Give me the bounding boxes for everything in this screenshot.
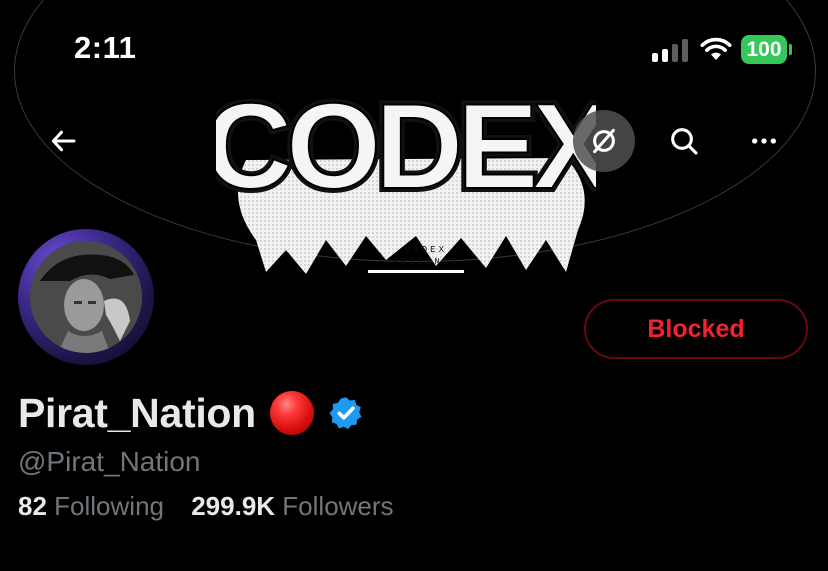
- battery-level: 100: [746, 37, 782, 61]
- banner-subtext-2: PRESENTS: [392, 257, 459, 267]
- grok-button[interactable]: [581, 118, 627, 164]
- status-time: 2:11: [74, 30, 137, 65]
- grok-slash-circle-icon: [593, 128, 615, 154]
- red-circle-emoji: [269, 391, 314, 435]
- more-button[interactable]: [741, 118, 787, 164]
- battery-cap: [789, 44, 792, 55]
- search-button[interactable]: [661, 118, 707, 164]
- verified-badge-icon[interactable]: [328, 395, 364, 431]
- following-label: Following: [54, 491, 164, 521]
- profile-name-row: Pirat_Nation: [18, 388, 364, 438]
- svg-text:CODEX: CODEX: [216, 78, 596, 214]
- battery-indicator: 100: [741, 35, 787, 64]
- more-horizontal-icon: [752, 138, 776, 144]
- cellular-signal-icon: [652, 38, 690, 62]
- followers-label: Followers: [282, 491, 394, 521]
- blocked-button[interactable]: Blocked: [584, 299, 808, 359]
- profile-avatar[interactable]: [18, 229, 154, 365]
- blocked-button-label: Blocked: [647, 314, 745, 343]
- profile-handle: @Pirat_Nation: [18, 446, 201, 477]
- follow-stats: 82 Following 299.9K Followers: [18, 491, 394, 522]
- avatar-photo: [30, 241, 142, 353]
- followers-stat[interactable]: 299.9K Followers: [191, 491, 393, 522]
- banner-logo: CODEX CODEX CODEX PRESENTS: [216, 74, 596, 274]
- back-button[interactable]: [41, 118, 87, 164]
- wifi-icon: [700, 37, 732, 60]
- followers-count: 299.9K: [191, 491, 276, 521]
- following-stat[interactable]: 82 Following: [18, 491, 164, 522]
- pirate-portrait: [30, 241, 142, 353]
- display-name: Pirat_Nation: [18, 389, 256, 436]
- following-count: 82: [18, 491, 47, 521]
- arrow-left-icon: [51, 130, 76, 152]
- banner-subtext-1: CODEX: [405, 245, 447, 255]
- search-icon: [671, 128, 698, 155]
